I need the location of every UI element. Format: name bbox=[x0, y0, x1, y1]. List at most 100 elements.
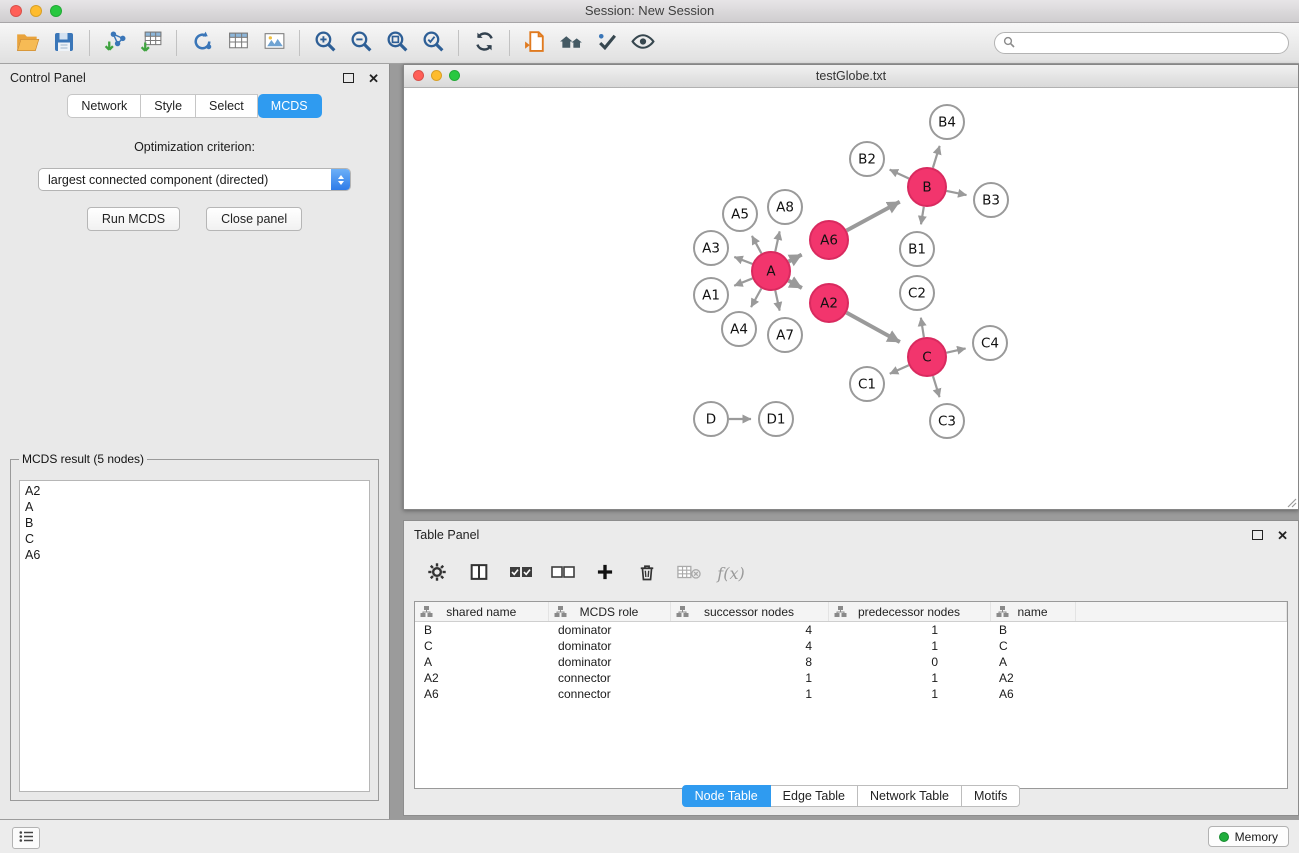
float-table-panel-icon[interactable] bbox=[1252, 530, 1263, 540]
new-table-button[interactable] bbox=[220, 26, 256, 60]
delete-columns-button[interactable] bbox=[676, 560, 702, 586]
table-cell[interactable]: A6 bbox=[415, 686, 548, 702]
network-canvas[interactable]: AA1A2A3A4A5A6A7A8BB1B2B3B4CC1C2C3C4DD1 bbox=[404, 88, 1298, 509]
export-image-button[interactable] bbox=[256, 26, 292, 60]
show-hide-button[interactable] bbox=[625, 26, 661, 60]
table-row[interactable]: Adominator80A bbox=[415, 654, 1287, 670]
close-panel-button[interactable]: Close panel bbox=[206, 207, 302, 231]
zoom-selected-button[interactable] bbox=[415, 26, 451, 60]
table-cell[interactable]: connector bbox=[548, 670, 670, 686]
table-cell[interactable]: 1 bbox=[828, 686, 990, 702]
home-button[interactable] bbox=[553, 26, 589, 60]
task-history-button[interactable] bbox=[12, 827, 40, 849]
graph-edge-B-B4[interactable] bbox=[933, 146, 940, 168]
session-details-button[interactable] bbox=[517, 26, 553, 60]
table-cell[interactable]: A bbox=[415, 654, 548, 670]
graph-node-A2[interactable]: A2 bbox=[810, 284, 848, 322]
minimize-network-window-button[interactable] bbox=[431, 70, 442, 81]
dropdown-stepper-icon[interactable] bbox=[331, 169, 350, 190]
table-cell[interactable]: dominator bbox=[548, 638, 670, 654]
zoom-out-button[interactable] bbox=[343, 26, 379, 60]
graph-edge-C-C1[interactable] bbox=[890, 365, 909, 374]
table-row[interactable]: Cdominator41C bbox=[415, 638, 1287, 654]
table-cell[interactable]: 8 bbox=[670, 654, 828, 670]
graph-edge-B-B3[interactable] bbox=[947, 191, 967, 195]
table-cell[interactable]: dominator bbox=[548, 654, 670, 670]
column-sort-icon[interactable] bbox=[676, 605, 689, 621]
table-cell[interactable]: C bbox=[415, 638, 548, 654]
new-network-button[interactable] bbox=[184, 26, 220, 60]
table-cell[interactable]: A6 bbox=[990, 686, 1075, 702]
mcds-result-list[interactable]: A2ABCA6 bbox=[19, 480, 370, 792]
validate-button[interactable] bbox=[589, 26, 625, 60]
split-columns-button[interactable] bbox=[466, 560, 492, 586]
graph-node-C[interactable]: C bbox=[908, 338, 946, 376]
graph-edge-A-A5[interactable] bbox=[752, 236, 762, 253]
close-network-window-button[interactable] bbox=[413, 70, 424, 81]
graph-node-A[interactable]: A bbox=[752, 252, 790, 290]
graph-edge-A6-B[interactable] bbox=[847, 202, 900, 231]
graph-node-B[interactable]: B bbox=[908, 168, 946, 206]
table-cell[interactable]: C bbox=[990, 638, 1075, 654]
run-mcds-button[interactable]: Run MCDS bbox=[87, 207, 180, 231]
import-network-button[interactable] bbox=[97, 26, 133, 60]
graph-node-C4[interactable]: C4 bbox=[973, 326, 1007, 360]
graph-edge-C-C2[interactable] bbox=[921, 318, 924, 338]
close-window-button[interactable] bbox=[10, 5, 22, 17]
graph-node-A3[interactable]: A3 bbox=[694, 231, 728, 265]
close-table-panel-icon[interactable]: ✕ bbox=[1277, 529, 1288, 542]
graph-edge-A-A7[interactable] bbox=[775, 291, 779, 311]
graph-node-B4[interactable]: B4 bbox=[930, 105, 964, 139]
graph-node-B1[interactable]: B1 bbox=[900, 232, 934, 266]
search-input[interactable] bbox=[1021, 35, 1280, 51]
graph-edge-B-B1[interactable] bbox=[921, 207, 924, 225]
delete-row-button[interactable] bbox=[634, 560, 660, 586]
tab-node-table[interactable]: Node Table bbox=[682, 785, 771, 807]
graph-edge-C-C3[interactable] bbox=[933, 376, 940, 397]
column-sort-icon[interactable] bbox=[420, 605, 433, 621]
graph-node-C2[interactable]: C2 bbox=[900, 276, 934, 310]
result-item[interactable]: B bbox=[20, 515, 369, 531]
graph-edge-A-A3[interactable] bbox=[734, 257, 752, 264]
memory-button[interactable]: Memory bbox=[1208, 826, 1289, 847]
table-cell[interactable]: B bbox=[990, 622, 1075, 639]
graph-node-A1[interactable]: A1 bbox=[694, 278, 728, 312]
optimization-criterion-dropdown[interactable]: largest connected component (directed) bbox=[38, 168, 351, 191]
graph-node-A7[interactable]: A7 bbox=[768, 318, 802, 352]
graph-edge-A2-C[interactable] bbox=[847, 313, 900, 342]
unselect-all-columns-button[interactable] bbox=[550, 560, 576, 586]
import-table-button[interactable] bbox=[133, 26, 169, 60]
graph-node-A6[interactable]: A6 bbox=[810, 221, 848, 259]
tab-edge-table[interactable]: Edge Table bbox=[771, 785, 858, 807]
table-cell[interactable]: A2 bbox=[990, 670, 1075, 686]
tab-network-table[interactable]: Network Table bbox=[858, 785, 962, 807]
table-cell[interactable]: 1 bbox=[670, 686, 828, 702]
tab-select[interactable]: Select bbox=[196, 94, 258, 118]
table-settings-button[interactable] bbox=[424, 560, 450, 586]
maximize-network-window-button[interactable] bbox=[449, 70, 460, 81]
graph-edge-A-A1[interactable] bbox=[734, 278, 752, 285]
table-cell[interactable]: 0 bbox=[828, 654, 990, 670]
graph-node-B2[interactable]: B2 bbox=[850, 142, 884, 176]
column-sort-icon[interactable] bbox=[834, 605, 847, 621]
table-cell[interactable]: 1 bbox=[828, 622, 990, 639]
resize-grip-icon[interactable] bbox=[1285, 496, 1297, 508]
tab-style[interactable]: Style bbox=[141, 94, 196, 118]
close-panel-icon[interactable]: ✕ bbox=[368, 72, 379, 85]
graph-node-D[interactable]: D bbox=[694, 402, 728, 436]
graph-node-A4[interactable]: A4 bbox=[722, 312, 756, 346]
table-row[interactable]: Bdominator41B bbox=[415, 622, 1287, 639]
graph-edge-A-A6[interactable] bbox=[789, 255, 802, 262]
table-cell[interactable]: dominator bbox=[548, 622, 670, 639]
maximize-window-button[interactable] bbox=[50, 5, 62, 17]
table-cell[interactable]: 1 bbox=[828, 670, 990, 686]
open-session-button[interactable] bbox=[10, 26, 46, 60]
graph-node-A8[interactable]: A8 bbox=[768, 190, 802, 224]
table-row[interactable]: A2connector11A2 bbox=[415, 670, 1287, 686]
table-cell[interactable]: 1 bbox=[670, 670, 828, 686]
result-item[interactable]: A6 bbox=[20, 547, 369, 563]
table-cell[interactable]: 4 bbox=[670, 638, 828, 654]
refresh-layout-button[interactable] bbox=[466, 26, 502, 60]
tab-mcds[interactable]: MCDS bbox=[258, 94, 322, 118]
table-row[interactable]: A6connector11A6 bbox=[415, 686, 1287, 702]
